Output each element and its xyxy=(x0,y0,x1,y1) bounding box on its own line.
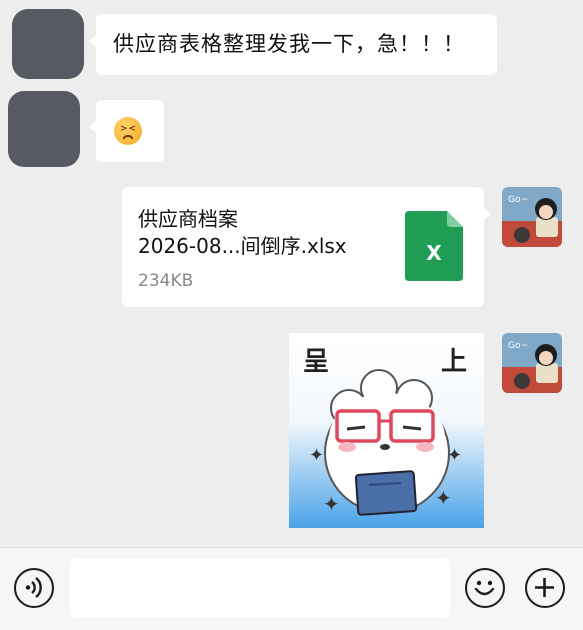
emoji-bubble[interactable]: > < xyxy=(89,100,164,162)
user-avatar[interactable]: Go~ xyxy=(502,187,562,247)
voice-button[interactable] xyxy=(14,568,54,608)
file-message-card[interactable]: 供应商档案 2026-08...间倒序.xlsx 234KB X xyxy=(122,187,491,307)
message-bubble[interactable]: 供应商表格整理发我一下，急！！！ xyxy=(89,14,497,75)
tired-face-emoji-icon: > < xyxy=(114,117,142,145)
sticker-caption-left: 呈 xyxy=(303,347,330,377)
sticker-image[interactable]: ✦ ✦ ✦ ✦ 呈 上 xyxy=(289,333,484,528)
message-text: 供应商表格整理发我一下，急！！！ xyxy=(113,32,465,56)
contact-avatar[interactable] xyxy=(8,91,80,167)
svg-text:X: X xyxy=(426,241,442,265)
plus-icon xyxy=(535,578,554,597)
chat-area[interactable]: 供应商表格整理发我一下，急！！！ > < 供应商档案 2026-08...间倒序… xyxy=(0,0,583,547)
svg-text:✦: ✦ xyxy=(447,445,462,466)
input-bar xyxy=(0,547,583,630)
more-button[interactable] xyxy=(525,568,565,608)
svg-text:✦: ✦ xyxy=(435,486,452,510)
svg-text:Go~: Go~ xyxy=(508,195,528,205)
sticker-caption-right: 上 xyxy=(441,347,468,377)
file-title: 供应商档案 xyxy=(138,207,238,231)
message-input[interactable] xyxy=(70,559,450,617)
svg-text:✦: ✦ xyxy=(323,492,340,516)
voice-icon xyxy=(25,577,42,598)
emoji-button[interactable] xyxy=(465,568,505,608)
file-size: 234KB xyxy=(138,271,194,291)
contact-avatar[interactable] xyxy=(12,9,84,79)
svg-text:✦: ✦ xyxy=(309,445,324,466)
excel-icon: X xyxy=(405,211,463,281)
user-avatar[interactable]: Go~ xyxy=(502,333,562,393)
smile-icon xyxy=(474,580,495,596)
file-subtitle: 2026-08...间倒序.xlsx xyxy=(138,234,347,258)
svg-text:Go~: Go~ xyxy=(508,341,528,351)
